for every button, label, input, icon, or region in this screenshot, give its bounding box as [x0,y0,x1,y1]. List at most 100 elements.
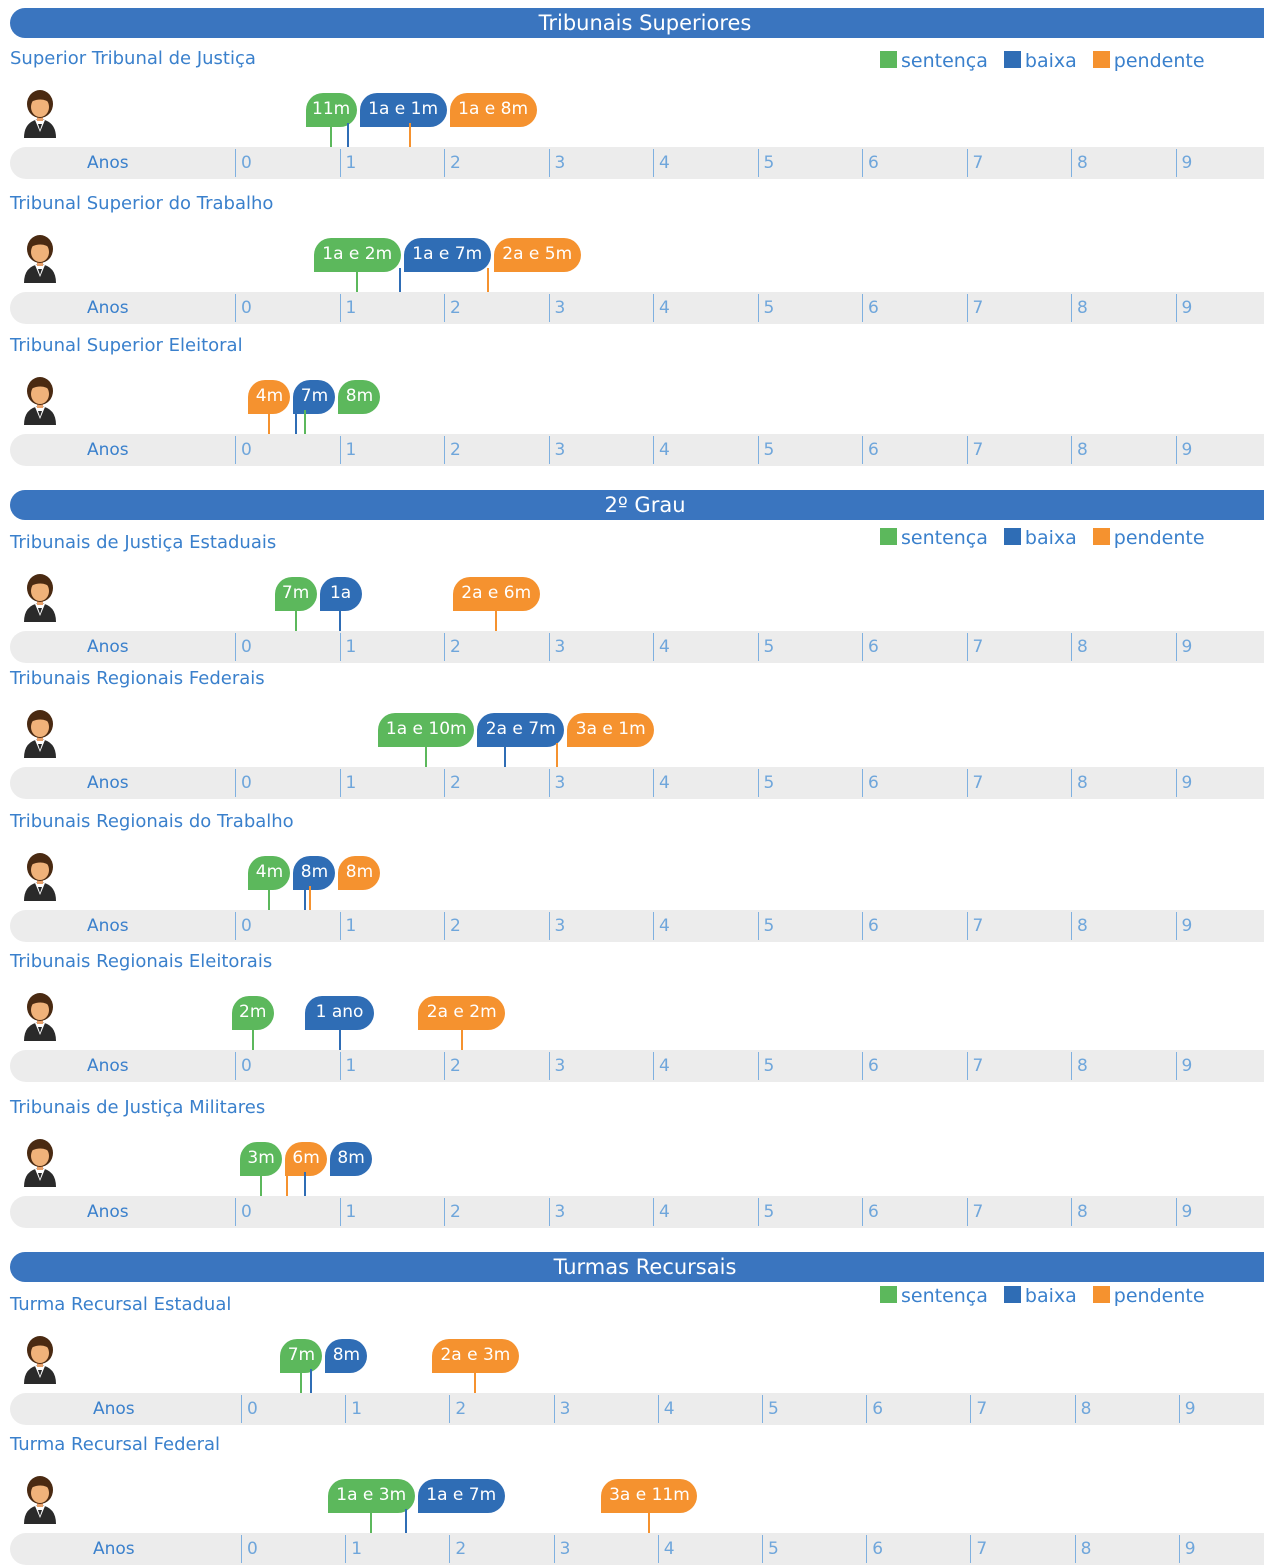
axis-tick [444,769,445,797]
bubble-baixa: 1a [319,577,362,611]
legend-label: sentença [901,527,988,549]
axis-tick-label: 0 [241,1056,252,1076]
axis-tick-label: 5 [763,773,775,793]
axis-tick [966,1198,968,1226]
axis-tick [548,633,550,661]
axis-tick [653,633,654,661]
section-header: Tribunais Superiores [10,8,1264,38]
axis-tick [444,436,445,464]
marker-pin-baixa [346,123,349,147]
marker-pin-baixa [294,410,297,434]
axis-tick [657,1395,659,1423]
axis-tick-label: 5 [768,1399,779,1419]
marker-pin-baixa [404,1509,407,1533]
axis-tick-label: 8 [1077,153,1088,173]
axis-tick [444,1198,445,1226]
axis-tick-label: 4 [659,916,670,936]
axis-tick [548,149,550,177]
axis-tick [444,294,445,322]
axis-tick-label: 6 [868,1056,879,1076]
axis-tick [862,769,863,797]
axis-tick [653,436,654,464]
axis-tick-label: 2 [450,1202,461,1222]
marker-pin-sentenca [330,123,333,147]
judge-avatar-icon [18,233,62,283]
axis-tick [339,294,341,322]
axis-label: Anos [87,153,129,173]
axis-tick [235,149,236,177]
axis-tick-label: 3 [554,440,566,460]
bubble-sentenca: 8m [338,380,381,414]
axis-tick-label: 2 [450,637,461,657]
axis-tick-label: 4 [659,1056,670,1076]
axis-tick [966,294,968,322]
axis-tick-label: 2 [455,1399,467,1419]
axis-tick-label: 1 [345,1202,357,1222]
axis-tick-label: 0 [247,1539,258,1559]
marker-pin-pendente [486,268,489,292]
axis-tick [339,769,341,797]
bubble-baixa: 8m [325,1339,368,1373]
axis-tick-label: 6 [868,440,879,460]
axis-tick [862,1052,863,1080]
legend-item-baixa: baixa [1003,1285,1077,1307]
axis-tick [862,294,863,322]
marker-pin-baixa [338,1026,341,1050]
legend-label: baixa [1024,527,1077,549]
bubble-baixa: 2a e 7m [477,713,565,747]
judge-avatar-icon [18,88,62,138]
axis-tick [444,912,445,940]
bubble-baixa: 8m [330,1142,373,1176]
axis-tick [653,149,654,177]
bubble-sentenca: 1a e 10m [378,713,475,747]
axis-tick-label: 6 [868,916,879,936]
axis-tick-label: 0 [241,153,252,173]
bubble-pendente: 2a e 3m [431,1339,519,1373]
axis-tick [757,436,759,464]
axis-tick [862,149,863,177]
years-axis: Anos 0 1 2 3 4 5 6 7 8 9 [10,1533,1264,1565]
years-axis: Anos 0 1 2 3 4 5 6 7 8 9 [10,1196,1264,1228]
axis-tick-label: 5 [768,1539,779,1559]
axis-tick [553,1395,555,1423]
axis-label: Anos [87,916,129,936]
axis-tick [1071,633,1072,661]
marker-pin-baixa [309,1369,312,1393]
court-title: Tribunais Regionais Eleitorais [10,951,273,972]
section-header: Turmas Recursais [10,1252,1264,1282]
axis-tick-label: 8 [1077,440,1088,460]
legend-label: baixa [1024,50,1077,72]
axis-tick [548,1052,550,1080]
axis-tick-label: 2 [450,298,461,318]
axis-tick [653,294,654,322]
years-axis: Anos 0 1 2 3 4 5 6 7 8 9 [10,434,1264,466]
axis-tick-label: 9 [1181,916,1193,936]
axis-tick [339,633,341,661]
axis-tick [1175,1198,1177,1226]
bubble-pendente: 6m [285,1142,328,1176]
axis-tick [1175,149,1177,177]
axis-tick-label: 6 [872,1399,884,1419]
judge-avatar-icon [18,1334,62,1384]
axis-tick-label: 2 [450,440,461,460]
axis-tick-label: 1 [345,916,357,936]
axis-tick-label: 2 [455,1539,467,1559]
judge-avatar-icon [18,572,62,622]
legend-swatch [1092,1286,1110,1303]
axis-tick-label: 3 [554,298,566,318]
legend: sentença baixa pendente [880,527,1221,549]
axis-tick [235,912,236,940]
years-axis: Anos 0 1 2 3 4 5 6 7 8 9 [10,767,1264,799]
bubble-baixa: 8m [293,856,336,890]
axis-tick-label: 9 [1184,1539,1196,1559]
axis-tick [1175,912,1177,940]
axis-tick [235,1198,236,1226]
axis-tick-label: 3 [554,637,566,657]
marker-pin-baixa [338,607,341,631]
axis-tick-label: 3 [559,1399,571,1419]
marker-pin-pendente [495,607,498,631]
legend-label: pendente [1113,50,1205,72]
axis-tick [444,633,445,661]
legend-swatch [1003,1286,1021,1303]
legend-item-baixa: baixa [1003,50,1077,72]
